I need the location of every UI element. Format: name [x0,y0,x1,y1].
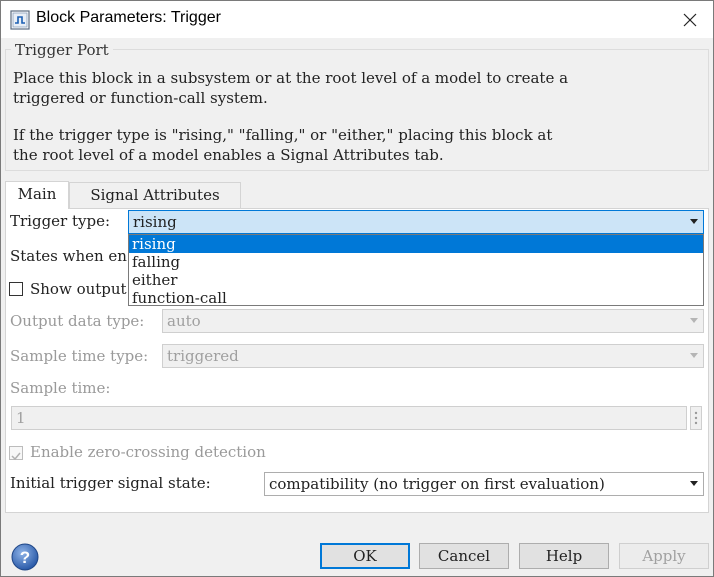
trigger-type-label: Trigger type: [10,212,111,230]
apply-button[interactable]: Apply [619,543,709,569]
sample-time-more-button[interactable] [690,406,702,430]
chevron-down-icon [690,481,698,486]
description-line-1: Place this block in a subsystem or at th… [13,69,569,87]
tab-signal-attributes[interactable]: Signal Attributes [69,182,241,208]
initial-state-label: Initial trigger signal state: [10,474,211,492]
dropdown-option-function-call[interactable]: function-call [129,289,703,307]
output-data-type-select[interactable]: auto [162,309,704,333]
ok-button[interactable]: OK [320,543,410,569]
zero-crossing-checkbox[interactable] [9,446,23,461]
sample-time-label: Sample time: [10,379,111,397]
chevron-down-icon [690,219,698,224]
dropdown-option-rising[interactable]: rising [129,235,703,253]
help-icon[interactable]: ? [10,542,40,572]
cancel-button[interactable]: Cancel [419,543,509,569]
dropdown-option-falling[interactable]: falling [129,253,703,271]
close-button[interactable] [667,1,713,38]
chevron-down-icon [690,318,698,323]
dropdown-option-either[interactable]: either [129,271,703,289]
dialog-window: Block Parameters: Trigger Trigger Port P… [0,0,714,577]
chevron-down-icon [690,353,698,358]
more-options-icon [694,411,698,425]
initial-state-select[interactable]: compatibility (no trigger on first evalu… [264,472,704,496]
sample-time-type-select[interactable]: triggered [162,344,704,368]
trigger-type-select[interactable]: rising [128,210,704,234]
window-title: Block Parameters: Trigger [36,9,221,26]
initial-state-value: compatibility (no trigger on first evalu… [269,475,605,493]
show-output-label: Show output [30,280,127,298]
show-output-checkbox[interactable] [9,282,23,296]
sample-time-type-label: Sample time type: [10,347,149,365]
title-bar: Block Parameters: Trigger [1,1,713,38]
group-title: Trigger Port [11,41,113,59]
tab-main[interactable]: Main [5,181,69,209]
sample-time-type-value: triggered [167,347,239,365]
zero-crossing-label: Enable zero-crossing detection [30,443,266,461]
help-button[interactable]: Help [519,543,609,569]
checkmark-icon [11,452,21,461]
output-data-type-label: Output data type: [10,312,145,330]
description-line-2: triggered or function-call system. [13,89,268,107]
sample-time-field[interactable]: 1 [11,406,687,430]
description-line-4: the root level of a model enables a Sign… [13,146,444,164]
close-icon [683,13,697,26]
svg-text:?: ? [20,548,30,567]
states-when-enabling-label: States when en [10,247,127,265]
simulink-block-icon [10,10,30,30]
output-data-type-value: auto [167,312,201,330]
trigger-type-dropdown: rising falling either function-call [128,234,704,307]
trigger-type-value: rising [133,213,177,231]
description-line-3: If the trigger type is "rising," "fallin… [13,126,553,144]
